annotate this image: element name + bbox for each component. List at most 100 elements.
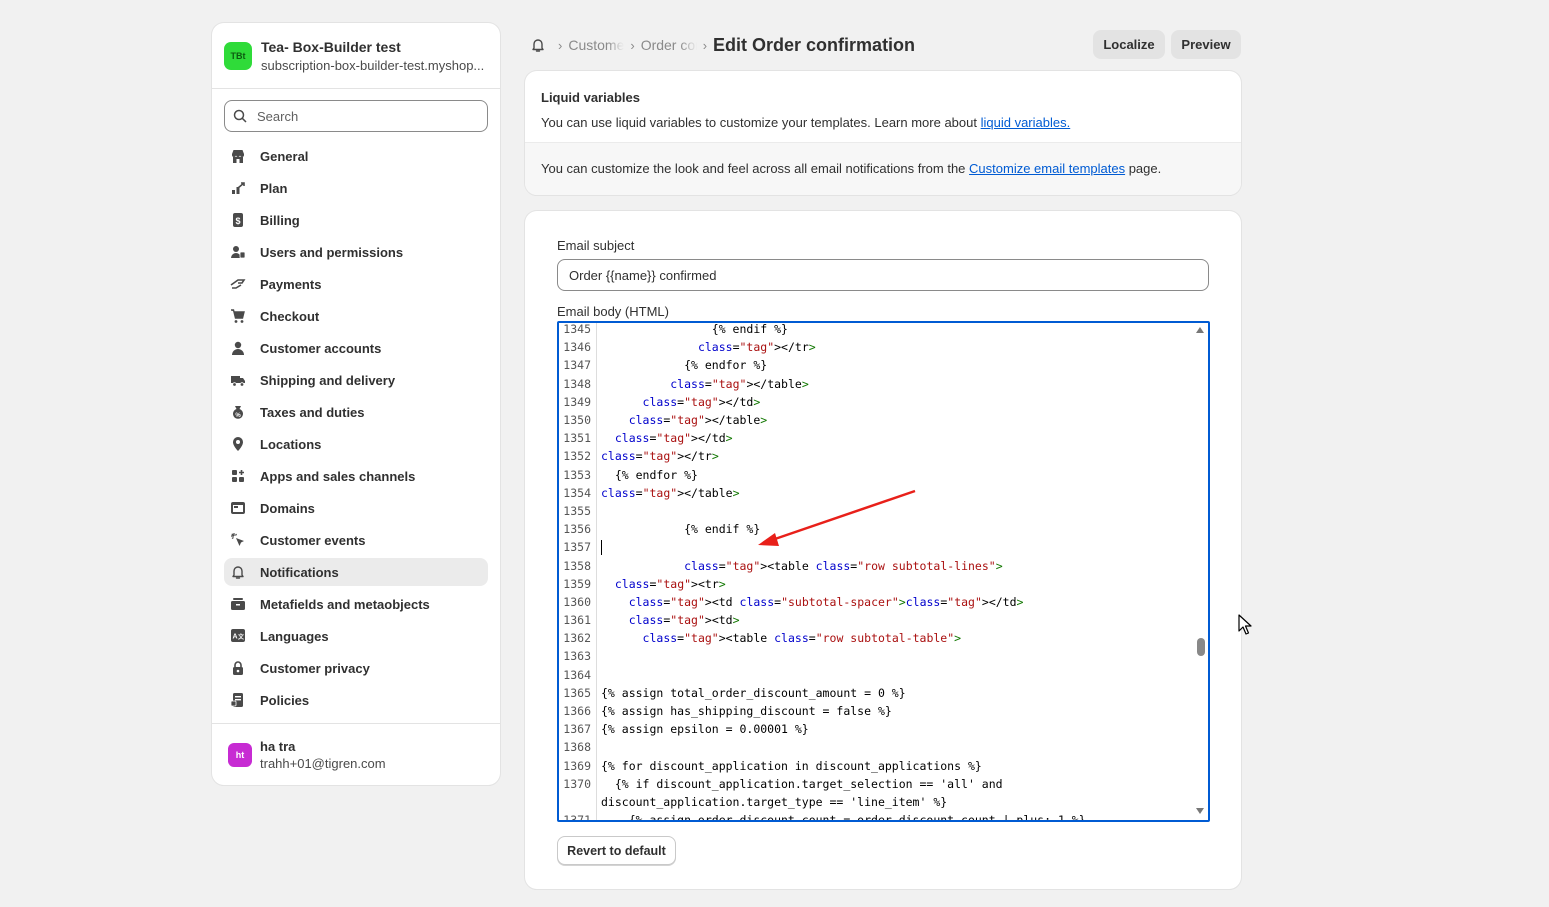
code-text: class="tag"><table class="row subtotal-l… [684,558,1003,573]
search-icon [233,109,247,123]
line-number: 1365 [563,685,591,700]
scroll-up-arrow-icon[interactable] [1196,327,1204,333]
sidebar-item-policies[interactable]: Policies [224,686,488,714]
email-subject-label: Email subject [557,238,635,253]
sidebar-item-plan[interactable]: Plan [224,174,488,202]
scroll-down-arrow-icon[interactable] [1196,808,1204,814]
sidebar-item-customer-events[interactable]: Customer events [224,526,488,554]
line-number: 1367 [563,722,591,737]
editor-scrollbar[interactable] [1194,323,1208,820]
settings-sidebar: TBt Tea- Box-Builder test subscription-b… [212,23,500,785]
sidebar-item-shipping-and-delivery[interactable]: Shipping and delivery [224,366,488,394]
users-icon [230,244,246,260]
email-subject-field[interactable]: Order {{name}} confirmed [557,259,1209,291]
sidebar-item-apps-and-sales-channels[interactable]: Apps and sales channels [224,462,488,490]
line-number: 1353 [563,467,591,482]
code-line: 1367 {% assign epsilon = 0.00001 %} [559,720,1199,738]
code-line: 1349 class="tag"></td> [559,393,1199,411]
revert-to-default-button[interactable]: Revert to default [557,836,676,865]
code-text: class="tag"></tr> [697,340,816,355]
scrollbar-thumb[interactable] [1197,638,1205,656]
sidebar-item-label: General [260,148,309,164]
sidebar-item-label: Apps and sales channels [260,468,416,484]
customize-email-templates-link[interactable]: Customize email templates [969,161,1125,176]
code-line: 1362 class="tag"><table class="row subto… [559,629,1199,647]
line-number: 1364 [563,667,591,682]
code-text: class="tag"></tr> [601,449,719,464]
line-number: 1356 [563,522,591,537]
user-account[interactable]: ht ha tra trahh+01@tigren.com [212,723,500,785]
code-line: 1360 class="tag"><td class="subtotal-spa… [559,593,1199,611]
code-line: 1370 {% if discount_application.target_s… [559,775,1199,793]
preview-button[interactable]: Preview [1171,30,1241,59]
sidebar-item-label: Domains [260,500,315,516]
sidebar-item-checkout[interactable]: Checkout [224,302,488,330]
code-line: 1364 [559,666,1199,684]
code-line: discount_application.target_type == 'lin… [559,793,1199,811]
sidebar-item-languages[interactable]: A 文 Languages [224,622,488,650]
liquid-variables-desc: You can use liquid variables to customiz… [541,115,981,130]
sidebar-item-label: Plan [260,180,288,196]
code-line: 1357 [559,538,1199,556]
code-line: 1356 {% endif %} [559,520,1199,538]
code-line: 1363 [559,647,1199,665]
sidebar-item-taxes-and-duties[interactable]: % Taxes and duties [224,398,488,426]
line-number: 1350 [563,413,591,428]
line-number: 1352 [563,449,591,464]
sidebar-item-label: Users and permissions [260,244,404,260]
store-header[interactable]: TBt Tea- Box-Builder test subscription-b… [212,23,500,89]
code-line: 1352 class="tag"></tr> [559,447,1199,465]
liquid-variables-link[interactable]: liquid variables. [981,115,1071,130]
liquid-variables-card: Liquid variables You can use liquid vari… [525,71,1241,195]
svg-text:%: % [235,413,241,419]
sidebar-item-customer-privacy[interactable]: Customer privacy [224,654,488,682]
code-text: class="tag"></table> [628,413,768,428]
code-text: class="tag"><td> [628,613,740,628]
code-text: {% endfor %} [601,467,698,482]
sidebar-item-general[interactable]: General [224,142,488,170]
settings-nav: General Plan $ Billing Users and permissions… [224,142,488,718]
sidebar-item-payments[interactable]: Payments [224,270,488,298]
sidebar-item-label: Checkout [260,308,320,324]
code-text: {% assign order_discount_count = order_d… [601,813,1086,822]
text-cursor [601,540,602,555]
sidebar-item-notifications[interactable]: Notifications [224,558,488,586]
sidebar-item-users-and-permissions[interactable]: Users and permissions [224,238,488,266]
sidebar-item-domains[interactable]: Domains [224,494,488,522]
sidebar-item-metafields-and-metaobjects[interactable]: Metafields and metaobjects [224,590,488,618]
domains-icon [230,500,246,516]
apps-icon [230,468,246,484]
code-line: 1351 class="tag"></td> [559,429,1199,447]
search-box[interactable] [224,100,488,132]
code-text: {% assign total_order_discount_amount = … [601,685,906,700]
metafields-icon [230,596,246,612]
code-line: 1355 [559,502,1199,520]
sidebar-item-billing[interactable]: $ Billing [224,206,488,234]
line-number: 1359 [563,576,591,591]
line-number: 1371 [563,813,591,822]
email-form-card: Email subject Order {{name}} confirmed E… [525,211,1241,889]
sidebar-item-label: Customer privacy [260,660,370,676]
breadcrumb-order-confirmation[interactable]: Order confirmation [641,37,697,53]
line-number: 1348 [563,376,591,391]
line-number: 1349 [563,394,591,409]
line-number: 1368 [563,740,591,755]
localize-button[interactable]: Localize [1093,30,1165,59]
code-editor[interactable]: 1345 {% endif %} 1346 class="tag"></tr> 13… [557,321,1210,822]
line-number: 1366 [563,704,591,719]
sidebar-item-label: Policies [260,692,310,708]
sidebar-item-locations[interactable]: Locations [224,430,488,458]
breadcrumb-customer-notifications[interactable]: Customer notifications [568,37,624,53]
search-input[interactable] [257,108,477,124]
code-line: 1348 class="tag"></table> [559,375,1199,393]
store-domain: subscription-box-builder-test.myshop... [261,57,485,73]
code-line: 1350 class="tag"></table> [559,411,1199,429]
sidebar-item-label: Customer events [260,532,366,548]
line-number: 1347 [563,358,591,373]
tax-icon: % [230,404,246,420]
code-line: 1368 [559,738,1199,756]
bell-icon[interactable] [530,37,546,53]
plan-icon [230,180,246,196]
code-line: 1345 {% endif %} [559,323,1199,338]
sidebar-item-customer-accounts[interactable]: Customer accounts [224,334,488,362]
